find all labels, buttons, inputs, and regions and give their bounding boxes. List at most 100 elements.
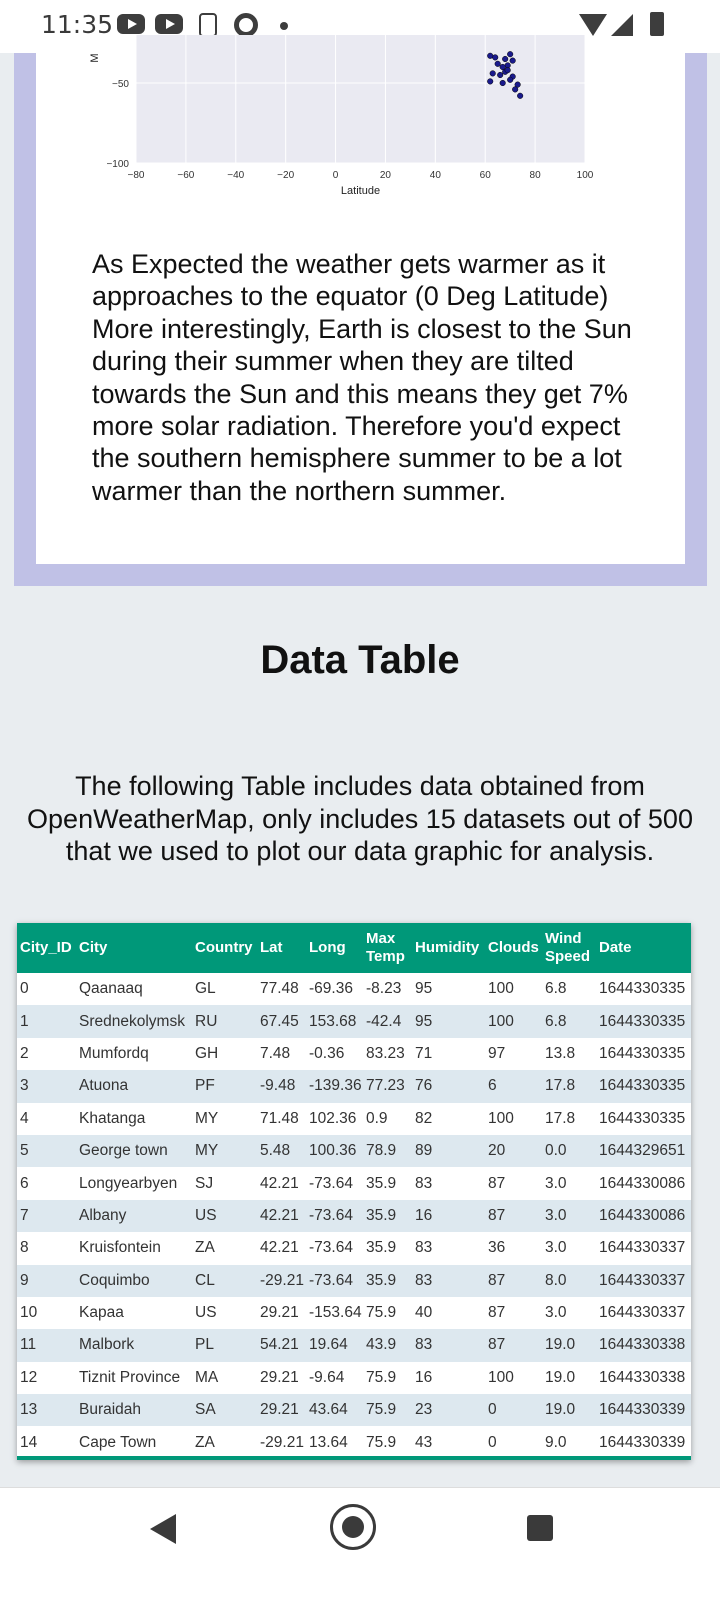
- table-cell: 1644330338: [599, 1336, 686, 1354]
- back-icon[interactable]: [150, 1514, 176, 1544]
- table-row: 10 Kapaa US 29.21 -153.64 75.9 40 87 3.0 16443303…: [17, 1296, 691, 1330]
- table-cell: 82: [415, 1109, 433, 1127]
- table-cell: -29.21: [260, 1433, 304, 1451]
- y-tick-label: −100: [106, 159, 129, 170]
- table-cell: 0: [488, 1433, 497, 1451]
- table-cell: -73.64: [309, 1239, 353, 1257]
- table-cell: 3: [20, 1077, 29, 1095]
- table-cell: -9.64: [309, 1368, 345, 1386]
- table-cell: PF: [195, 1077, 215, 1095]
- table-cell: 89: [415, 1142, 433, 1160]
- table-cell: 75.9: [366, 1433, 397, 1451]
- table-cell: 43: [415, 1433, 433, 1451]
- table-cell: Khatanga: [79, 1109, 146, 1127]
- table-row: 8 Kruisfontein ZA 42.21 -73.64 35.9 83 36 3.0 164…: [17, 1232, 691, 1265]
- x-tick-label: 60: [480, 170, 492, 181]
- table-row: 12 Tiznit Province MA 29.21 -9.64 75.9 16 100 19…: [17, 1361, 691, 1395]
- table-cell: 83: [415, 1271, 433, 1289]
- column-header: City: [79, 939, 108, 956]
- table-cell: 95: [415, 980, 433, 998]
- table-cell: 40: [415, 1304, 433, 1322]
- table-cell: 87: [488, 1336, 506, 1354]
- data-table-title: Data Table: [260, 638, 460, 682]
- table-cell: 19.64: [309, 1336, 348, 1354]
- table-cell: 6: [488, 1077, 497, 1095]
- table-cell: 97: [488, 1044, 506, 1062]
- table-cell: 3.0: [545, 1304, 567, 1322]
- scatter-point: [507, 76, 514, 83]
- navigation-bar: [0, 1487, 720, 1601]
- scatter-point: [509, 57, 516, 64]
- x-axis-label: Latitude: [341, 185, 380, 197]
- table-cell: -73.64: [309, 1206, 353, 1224]
- table-cell: Albany: [79, 1206, 127, 1224]
- x-tick-label: 100: [577, 170, 594, 181]
- table-row: 0 Qaanaaq GL 77.48 -69.36 -8.23 95 100 6.8 164433…: [17, 973, 691, 1006]
- table-cell: Tiznit Province: [79, 1368, 181, 1386]
- table-cell: GH: [195, 1044, 219, 1062]
- table-cell: 0.0: [545, 1142, 567, 1160]
- table-cell: 16: [415, 1368, 433, 1386]
- table-cell: 87: [488, 1304, 506, 1322]
- table-cell: US: [195, 1304, 217, 1322]
- scatter-point: [512, 86, 519, 93]
- table-header-row: City_ID City Country Lat Long Max Temp Humidit…: [17, 923, 691, 973]
- table-cell: US: [195, 1206, 217, 1224]
- table-row: 3 Atuona PF -9.48 -139.36 77.23 76 6 17.8 1644330…: [17, 1070, 691, 1103]
- table-cell: 1644330337: [599, 1304, 686, 1322]
- table-cell: 1644330335: [599, 1012, 686, 1030]
- table-cell: 42.21: [260, 1206, 299, 1224]
- table-cell: 100: [488, 980, 514, 998]
- table-cell: GL: [195, 980, 216, 998]
- table-cell: -69.36: [309, 980, 353, 998]
- table-cell: 36: [488, 1239, 506, 1257]
- table-cell: 23: [415, 1401, 433, 1419]
- table-cell: 29.21: [260, 1304, 299, 1322]
- table-cell: MY: [195, 1109, 219, 1127]
- table-cell: 1644330335: [599, 1077, 686, 1095]
- scatter-point: [487, 78, 494, 85]
- table-cell: 83: [415, 1239, 433, 1257]
- table-cell: 19.0: [545, 1336, 576, 1354]
- table-row: 6 Longyearbyen SJ 42.21 -73.64 35.9 83 87 3.0 164…: [17, 1167, 691, 1200]
- table-cell: ZA: [195, 1239, 215, 1257]
- table-cell: 42.21: [260, 1174, 299, 1192]
- table-cell: Buraidah: [79, 1401, 142, 1419]
- table-cell: 13: [20, 1401, 38, 1419]
- table-cell: 9: [20, 1271, 29, 1289]
- column-header: Humidity: [415, 939, 480, 956]
- table-cell: 35.9: [366, 1174, 397, 1192]
- table-cell: 83.23: [366, 1044, 405, 1062]
- table-row: 2 Mumfordq GH 7.48 -0.36 83.23 71 97 13.8 1644330…: [17, 1037, 691, 1071]
- table-row: 5 George town MY 5.48 100.36 78.9 89 20 0.0 16443…: [17, 1134, 691, 1168]
- table-cell: 9.0: [545, 1433, 567, 1451]
- scatter-point: [497, 71, 504, 79]
- recents-icon[interactable]: [527, 1515, 553, 1541]
- data-table-intro: The following Table includes data obtain…: [27, 771, 693, 866]
- table-cell: 0: [488, 1401, 497, 1419]
- table-cell: 19.0: [545, 1401, 576, 1419]
- table-cell: 71.48: [260, 1109, 299, 1127]
- table-cell: 102.36: [309, 1109, 357, 1127]
- table-cell: 1644330337: [599, 1271, 686, 1289]
- table-cell: 1644330339: [599, 1401, 686, 1419]
- home-icon[interactable]: [330, 1504, 376, 1550]
- table-cell: 42.21: [260, 1239, 299, 1257]
- table-cell: 13.64: [309, 1433, 348, 1451]
- plot-background: [136, 35, 585, 163]
- table-cell: Malbork: [79, 1336, 135, 1354]
- table-cell: -139.36: [309, 1077, 362, 1095]
- table-cell: 100.36: [309, 1142, 357, 1160]
- table-cell: Srednekolymsk: [79, 1012, 185, 1030]
- table-cell: 67.45: [260, 1012, 299, 1030]
- table-cell: 6.8: [545, 1012, 567, 1030]
- table-cell: 1644330335: [599, 980, 686, 998]
- table-cell: Atuona: [79, 1077, 129, 1095]
- table-cell: Qaanaaq: [79, 980, 143, 998]
- table-cell: 0.9: [366, 1109, 388, 1127]
- table-cell: George town: [79, 1142, 168, 1160]
- scatter-point: [507, 51, 514, 58]
- column-header: Date: [599, 939, 632, 956]
- table-cell: 3.0: [545, 1206, 567, 1224]
- table-cell: 1644330335: [599, 1044, 686, 1062]
